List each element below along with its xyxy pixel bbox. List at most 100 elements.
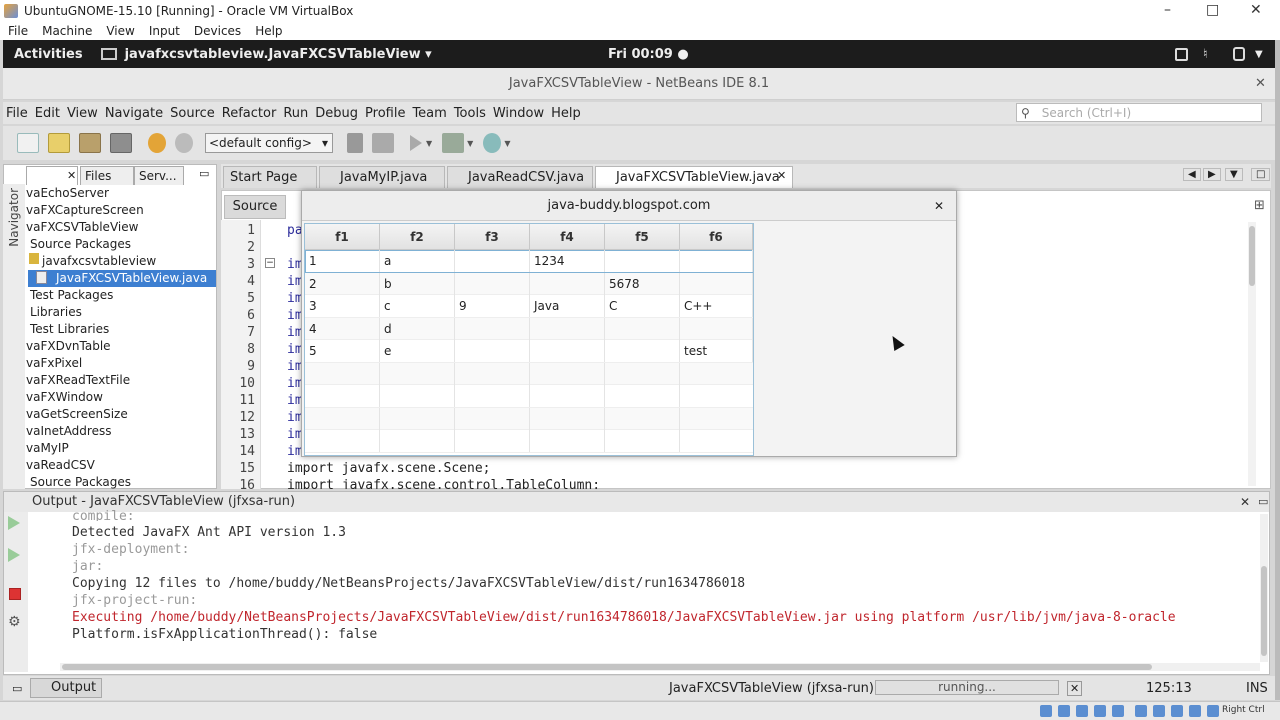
maximize-editor-icon[interactable]: □	[1251, 168, 1271, 181]
output-hscrollbar[interactable]	[60, 663, 1260, 671]
table-cell[interactable]: 3	[305, 295, 380, 317]
nb-menu-window[interactable]: Window	[493, 106, 544, 121]
menu-machine[interactable]: Machine	[42, 24, 92, 38]
column-header-f6[interactable]: f6	[680, 224, 753, 250]
maximize-button[interactable]: □	[1206, 2, 1219, 18]
debug-icon[interactable]	[442, 133, 465, 153]
table-cell[interactable]	[680, 317, 753, 340]
column-header-f5[interactable]: f5	[605, 224, 680, 250]
tree-item[interactable]: Source Packages	[30, 236, 131, 253]
tree-item[interactable]: vaFXCaptureScreen	[26, 202, 144, 219]
display-icon[interactable]	[1153, 705, 1165, 717]
output-minimized-tab[interactable]: Output	[30, 678, 102, 698]
volume-icon[interactable]: ♮	[1203, 47, 1208, 62]
menu-input[interactable]: Input	[149, 24, 180, 38]
network-icon[interactable]	[1094, 705, 1106, 717]
close-button[interactable]: ✕	[1250, 2, 1262, 18]
nb-menu-navigate[interactable]: Navigate	[105, 106, 163, 121]
rerun-icon[interactable]	[8, 516, 20, 530]
table-cell[interactable]	[605, 250, 680, 272]
power-icon[interactable]	[1233, 47, 1245, 61]
netbeans-close-icon[interactable]: ✕	[1255, 68, 1266, 100]
table-cell[interactable]: C++	[680, 295, 753, 317]
tree-item[interactable]: vaEchoServer	[26, 185, 109, 202]
undo-icon[interactable]	[148, 133, 166, 153]
tree-item[interactable]: javafxcsvtableview	[42, 253, 156, 270]
scroll-tabs-left-icon[interactable]: ◀	[1183, 168, 1201, 181]
table-cell[interactable]: 4	[305, 317, 380, 340]
table-cell[interactable]: d	[380, 317, 455, 340]
output-hscrollbar-thumb[interactable]	[62, 664, 1152, 670]
tab-files[interactable]: Files	[80, 166, 134, 185]
tree-item[interactable]: vaFXWindow	[26, 389, 103, 406]
config-select[interactable]: <default config> ▾	[205, 133, 333, 153]
table-cell[interactable]	[455, 272, 530, 295]
run-dropdown-icon[interactable]: ▼	[426, 139, 432, 148]
table-cell[interactable]	[530, 340, 605, 362]
navigator-label[interactable]: Navigator	[7, 188, 21, 247]
table-cell[interactable]: c	[380, 295, 455, 317]
table-cell[interactable]: C	[605, 295, 680, 317]
tree-item[interactable]: Source Packages	[30, 474, 131, 491]
nb-menu-debug[interactable]: Debug	[315, 106, 358, 121]
debug-dropdown-icon[interactable]: ▼	[467, 139, 473, 148]
column-header-f4[interactable]: f4	[530, 224, 605, 250]
column-header-f1[interactable]: f1	[305, 224, 380, 250]
table-cell[interactable]	[605, 317, 680, 340]
table-cell[interactable]	[605, 340, 680, 362]
minimize-panel-icon[interactable]: ▭	[199, 167, 209, 180]
shared-folders-icon[interactable]	[1135, 705, 1147, 717]
tree-item[interactable]: vaFxPixel	[26, 355, 82, 372]
table-row[interactable]: 1 a 1234	[305, 250, 753, 273]
table-cell[interactable]	[530, 317, 605, 340]
table-row[interactable]: 2 b 5678	[305, 272, 753, 295]
nb-menu-run[interactable]: Run	[283, 106, 308, 121]
table-cell[interactable]	[455, 340, 530, 362]
tree-item[interactable]: Test Libraries	[30, 321, 109, 338]
tree-item[interactable]: vaFXDvnTable	[26, 338, 111, 355]
table-cell[interactable]	[455, 317, 530, 340]
csv-table-view[interactable]: f1 f2 f3 f4 f5 f6 1 a 1234 2 b 5678 3 c …	[304, 223, 754, 456]
javafx-titlebar[interactable]: java-buddy.blogspot.com ✕	[302, 191, 956, 221]
app-menu[interactable]: javafxcsvtableview.JavaFXCSVTableView ▾	[125, 47, 432, 62]
table-cell[interactable]: b	[380, 272, 455, 295]
virtualization-icon[interactable]	[1189, 705, 1201, 717]
javafx-app-window[interactable]: java-buddy.blogspot.com ✕ f1 f2 f3 f4 f5…	[301, 190, 957, 457]
navigator-strip[interactable]: Navigator	[3, 184, 25, 489]
tree-item[interactable]: Test Packages	[30, 287, 113, 304]
table-cell[interactable]: a	[380, 250, 455, 272]
table-row[interactable]: 5 e test	[305, 340, 753, 363]
menu-view[interactable]: View	[106, 24, 134, 38]
fold-icon[interactable]: −	[265, 258, 275, 268]
output-vscrollbar[interactable]	[1260, 514, 1268, 662]
tab-start-page[interactable]: Start Page	[223, 166, 317, 188]
video-capture-icon[interactable]	[1171, 705, 1183, 717]
table-row[interactable]: 4 d	[305, 317, 753, 340]
settings-gear-icon[interactable]: ⚙	[8, 614, 21, 630]
tree-item[interactable]: vaFXCSVTableView	[26, 219, 138, 236]
new-project-icon[interactable]	[48, 133, 70, 153]
tab-projects[interactable]: ✕	[26, 166, 78, 185]
system-menu-chevron-icon[interactable]: ▼	[1255, 49, 1263, 60]
tree-item-selected[interactable]: JavaFXCSVTableView.java	[28, 270, 216, 287]
scroll-tabs-right-icon[interactable]: ▶	[1203, 168, 1221, 181]
redo-icon[interactable]	[175, 133, 193, 153]
clean-build-icon[interactable]	[372, 133, 394, 153]
tab-list-icon[interactable]: ▼	[1225, 168, 1243, 181]
tree-item[interactable]: vaMyIP	[26, 440, 69, 457]
tree-item[interactable]: vaFXReadTextFile	[26, 372, 130, 389]
tree-item[interactable]: Libraries	[30, 304, 82, 321]
table-cell[interactable]: 1	[305, 250, 380, 272]
close-tab-icon[interactable]: ✕	[777, 169, 786, 182]
table-cell[interactable]: 1234	[530, 250, 605, 272]
menu-devices[interactable]: Devices	[194, 24, 241, 38]
nb-menu-tools[interactable]: Tools	[454, 106, 486, 121]
nb-menu-profile[interactable]: Profile	[365, 106, 405, 121]
menu-help[interactable]: Help	[255, 24, 282, 38]
table-cell[interactable]: 5678	[605, 272, 680, 295]
restore-panel-icon[interactable]: ▭	[12, 682, 22, 695]
output-vscrollbar-thumb[interactable]	[1261, 566, 1267, 656]
table-cell[interactable]	[530, 272, 605, 295]
new-file-icon[interactable]	[17, 133, 39, 153]
tree-item[interactable]: vaInetAddress	[26, 423, 111, 440]
